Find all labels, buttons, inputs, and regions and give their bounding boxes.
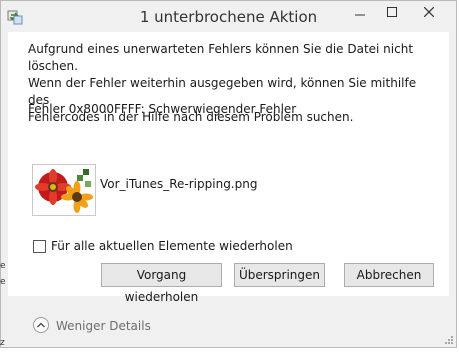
background-text-fragment: z	[0, 338, 5, 348]
file-name: Vor_iTunes_Re-ripping.png	[100, 177, 258, 191]
background-text-fragment: e	[0, 277, 6, 287]
error-dialog: 1 unterbrochene Aktion Aufgrund eines un…	[0, 0, 457, 348]
minimize-icon	[355, 14, 365, 15]
retry-button[interactable]: Vorgang wiederholen	[101, 263, 222, 304]
cancel-button[interactable]: Abbrechen	[344, 263, 434, 287]
details-toggle-label: Weniger Details	[56, 319, 151, 333]
maximize-button[interactable]	[376, 1, 408, 22]
repeat-checkbox-label[interactable]: Für alle aktuellen Elemente wiederholen	[51, 239, 293, 253]
skip-button[interactable]: Überspringen	[234, 263, 325, 287]
background-text-fragment: e	[0, 261, 6, 271]
error-code: Fehler 0x8000FFFF: Schwerwiegender Fehle…	[28, 102, 297, 116]
title-bar: 1 unterbrochene Aktion	[1, 1, 456, 32]
image-thumbnail	[32, 164, 96, 216]
minimize-button[interactable]	[344, 1, 376, 22]
resize-grip[interactable]	[442, 333, 454, 345]
dialog-content: Aufgrund eines unerwarteten Fehlers könn…	[8, 32, 449, 304]
close-button[interactable]	[408, 1, 450, 22]
close-icon	[424, 6, 434, 17]
chevron-up-icon	[33, 317, 49, 333]
maximize-icon	[387, 6, 397, 17]
message-line: Aufgrund eines unerwarteten Fehlers könn…	[28, 42, 414, 73]
repeat-checkbox[interactable]	[33, 240, 46, 253]
